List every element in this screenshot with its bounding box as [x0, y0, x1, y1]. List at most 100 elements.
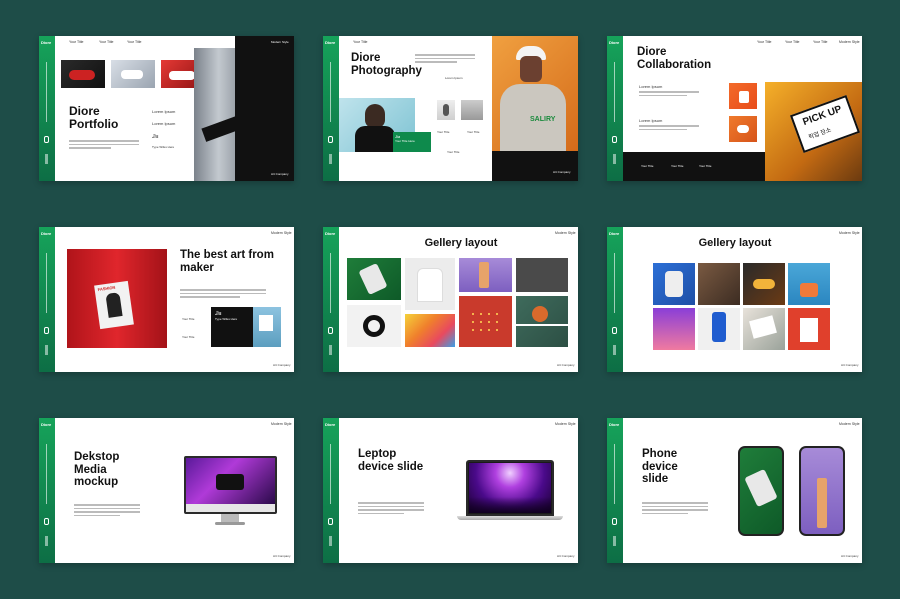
- logo: Diore: [41, 40, 52, 45]
- gallery-photo: [405, 314, 455, 347]
- screen-photo-concert: [469, 463, 551, 513]
- mouse-icon: [328, 327, 333, 334]
- slide-phone-device[interactable]: Diore Modern Style Phone device slide Ar…: [607, 418, 862, 563]
- mouse-icon: [328, 136, 333, 143]
- slide-photography[interactable]: Diore Your Title Diore Photography Lorem…: [323, 36, 578, 181]
- gallery-photo: [459, 258, 512, 292]
- gallery-photo: [405, 258, 455, 310]
- gallery-photo: [698, 263, 740, 305]
- slide-title: Dekstop Media mockup: [74, 451, 120, 489]
- label: Lorem Ipsum: [152, 121, 176, 126]
- nav-item[interactable]: Your Title: [813, 40, 827, 44]
- slide-gallery-1[interactable]: Diore Modern Style Gellery layout Art Co…: [323, 227, 578, 372]
- logo: Diore: [609, 231, 620, 236]
- logo: Diore: [609, 40, 620, 45]
- gallery-photo: [347, 305, 401, 347]
- photo-small-1: [437, 100, 455, 120]
- gallery-photo: [743, 308, 785, 350]
- band-label: Your Title: [641, 164, 654, 168]
- nav-item[interactable]: Your Title: [757, 40, 771, 44]
- header-right: Modern Style: [555, 231, 576, 235]
- photo-small-2: [461, 100, 483, 120]
- footer-text: Art Company: [557, 554, 575, 558]
- mouse-icon: [44, 518, 49, 525]
- footer-text: Art Company: [557, 363, 575, 367]
- phone-screen-photo: [801, 448, 843, 534]
- footer-text: Art Company: [553, 170, 571, 174]
- slide-title: Diore Portfolio: [69, 104, 119, 132]
- photo-sneakers-dark: [61, 60, 105, 88]
- box-caption: Type Wifes Here: [215, 317, 238, 321]
- label: Your Title: [182, 317, 195, 321]
- nav-item[interactable]: Your Title: [127, 40, 141, 44]
- logo: Diore: [41, 422, 52, 427]
- header-right: Modern Style: [271, 40, 289, 44]
- body-text: [74, 504, 140, 518]
- slide-title: Gellery layout: [698, 237, 772, 249]
- phone-screen-photo: [740, 448, 782, 534]
- nav-item[interactable]: Your Title: [785, 40, 799, 44]
- sign-text-kr: 픽업 장소: [807, 127, 833, 142]
- slide-collaboration[interactable]: Diore Your Title Your Title Your Title M…: [607, 36, 862, 181]
- slide-sidebar: Diore: [323, 418, 339, 563]
- slide-gallery-2[interactable]: Diore Modern Style Gellery layout Art Co…: [607, 227, 862, 372]
- shirt-graphic: SALIRY: [530, 116, 556, 123]
- slide-sidebar: Diore: [607, 418, 623, 563]
- gallery-photo: [743, 263, 785, 305]
- body-text: [69, 140, 139, 151]
- slide-sidebar: Diore: [39, 418, 55, 563]
- gallery-photo: [788, 263, 830, 305]
- sign-text: PICK UP: [801, 103, 844, 129]
- logo: Diore: [609, 422, 620, 427]
- label: Lorem Ipsum: [639, 118, 663, 123]
- slide-title: Diore Collaboration: [637, 46, 712, 71]
- photo-orange-1: [729, 83, 757, 109]
- slide-best-art[interactable]: Diore Modern Style FASHION The best art …: [39, 227, 294, 372]
- gallery-photo: [788, 308, 830, 350]
- label: Lorem Ipsum: [152, 109, 176, 114]
- mouse-icon: [612, 518, 617, 525]
- photo-man-cap: SALIRY: [492, 36, 578, 151]
- label: Your Title: [437, 130, 450, 134]
- footer-text: Art Company: [273, 363, 291, 367]
- header-right: Modern Style: [839, 231, 860, 235]
- gallery-photo: [459, 296, 512, 347]
- photo-pickup-sign: PICK UP 픽업 장소: [765, 82, 862, 181]
- slide-portfolio[interactable]: Diore Your Title Your Title Your Title D…: [39, 36, 294, 181]
- band-label: Your Title: [699, 164, 712, 168]
- slide-title: The best art from maker: [180, 249, 274, 274]
- gallery-photo: [516, 258, 568, 292]
- phone-right: [799, 446, 845, 536]
- header-right: Modern Style: [839, 40, 860, 44]
- gallery-photo: [347, 258, 401, 300]
- gallery-photo: [698, 308, 740, 350]
- logo: Diore: [41, 231, 52, 236]
- mouse-icon: [612, 136, 617, 143]
- body-text: [358, 502, 424, 516]
- caption: Type Wifes Here: [152, 145, 175, 149]
- logo: Diore: [325, 40, 336, 45]
- mouse-icon: [612, 327, 617, 334]
- logo: Diore: [325, 422, 336, 427]
- slide-sidebar: Diore: [323, 227, 339, 372]
- footer-text: Art Company: [271, 172, 289, 176]
- slide-laptop-device[interactable]: Diore Modern Style Leptop device slide A…: [323, 418, 578, 563]
- nav-item[interactable]: Your Title: [353, 40, 367, 44]
- screen-photo-dj: [186, 458, 275, 504]
- photo-frames: [253, 307, 281, 347]
- phone-left: [738, 446, 784, 536]
- black-box: Jia Type Wifes Here: [211, 307, 253, 347]
- slide-sidebar: Diore: [39, 36, 55, 181]
- slide-desktop-mockup[interactable]: Diore Modern Style Dekstop Media mockup …: [39, 418, 294, 563]
- nav-item[interactable]: Your Title: [69, 40, 83, 44]
- nav-item[interactable]: Your Title: [99, 40, 113, 44]
- slide-sidebar: Diore: [39, 227, 55, 372]
- gallery-photo: [653, 308, 695, 350]
- mouse-icon: [328, 518, 333, 525]
- footer-text: Art Company: [841, 554, 859, 558]
- body-text: [642, 502, 708, 516]
- body-text: [639, 91, 699, 98]
- photo-orange-2: [729, 116, 757, 142]
- label: Your Title: [447, 150, 460, 154]
- slide-title: Leptop device slide: [358, 448, 424, 473]
